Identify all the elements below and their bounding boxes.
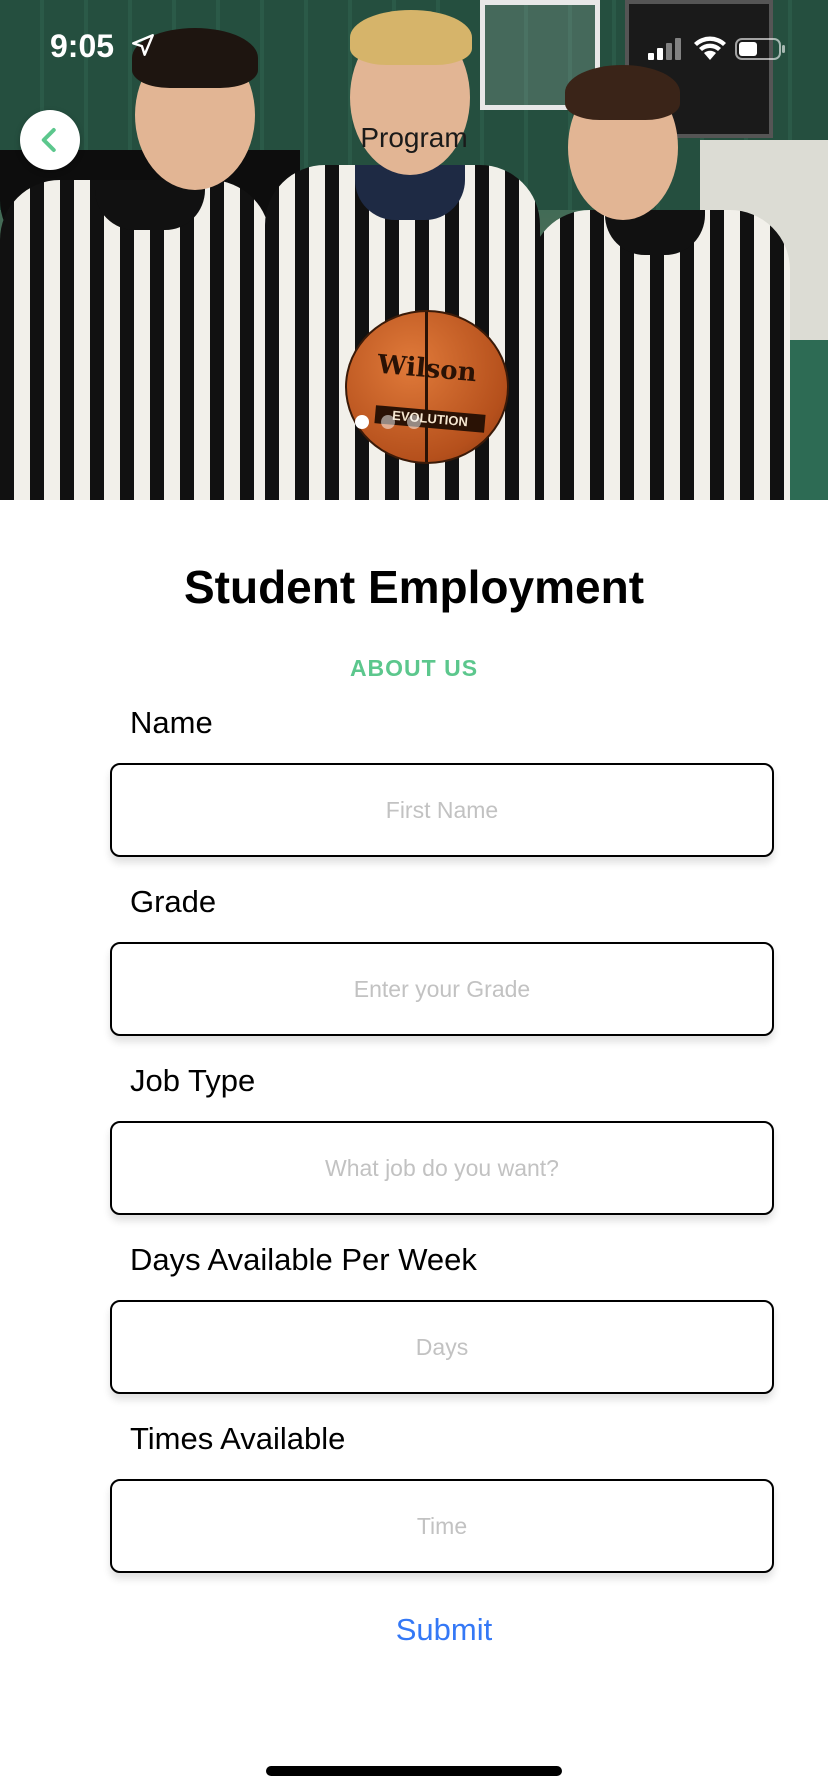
about-us-link[interactable]: ABOUT US: [0, 655, 828, 682]
grade-field[interactable]: [110, 942, 774, 1036]
grade-label: Grade: [130, 884, 217, 919]
days-available-field[interactable]: [110, 1300, 774, 1394]
grade-input[interactable]: [143, 974, 741, 1004]
submit-button[interactable]: Submit: [0, 1612, 828, 1648]
time-input[interactable]: [143, 1511, 741, 1541]
times-available-field[interactable]: [110, 1479, 774, 1573]
status-time: 9:05: [50, 28, 115, 64]
days-available-label: Days Available Per Week: [130, 1242, 477, 1277]
referee-center-hair: [350, 10, 472, 65]
carousel-dot-2[interactable]: [381, 415, 395, 429]
page-title: Student Employment: [183, 561, 645, 613]
name-field[interactable]: [110, 763, 774, 857]
carousel-dot-1[interactable]: [355, 415, 369, 429]
name-label: Name: [130, 705, 213, 740]
referee-right-hair: [565, 65, 680, 120]
ball-brand-text: Wilson: [376, 349, 478, 389]
location-arrow-icon: [132, 34, 154, 56]
battery-icon: [735, 38, 785, 60]
carousel-dot-3[interactable]: [407, 415, 421, 429]
days-input[interactable]: [143, 1332, 741, 1362]
times-available-label: Times Available: [130, 1421, 346, 1456]
name-input[interactable]: [143, 795, 741, 825]
job-type-label: Job Type: [130, 1063, 256, 1098]
basketball: Wilson EVOLUTION: [345, 310, 509, 464]
cellular-signal-icon: [648, 38, 681, 60]
carousel-page-indicator[interactable]: [355, 415, 421, 429]
nav-title: Program: [360, 122, 468, 153]
status-indicators: [648, 36, 785, 60]
job-type-field[interactable]: [110, 1121, 774, 1215]
job-type-input[interactable]: [143, 1153, 741, 1183]
home-indicator[interactable]: [266, 1766, 562, 1776]
wifi-icon: [694, 36, 726, 60]
